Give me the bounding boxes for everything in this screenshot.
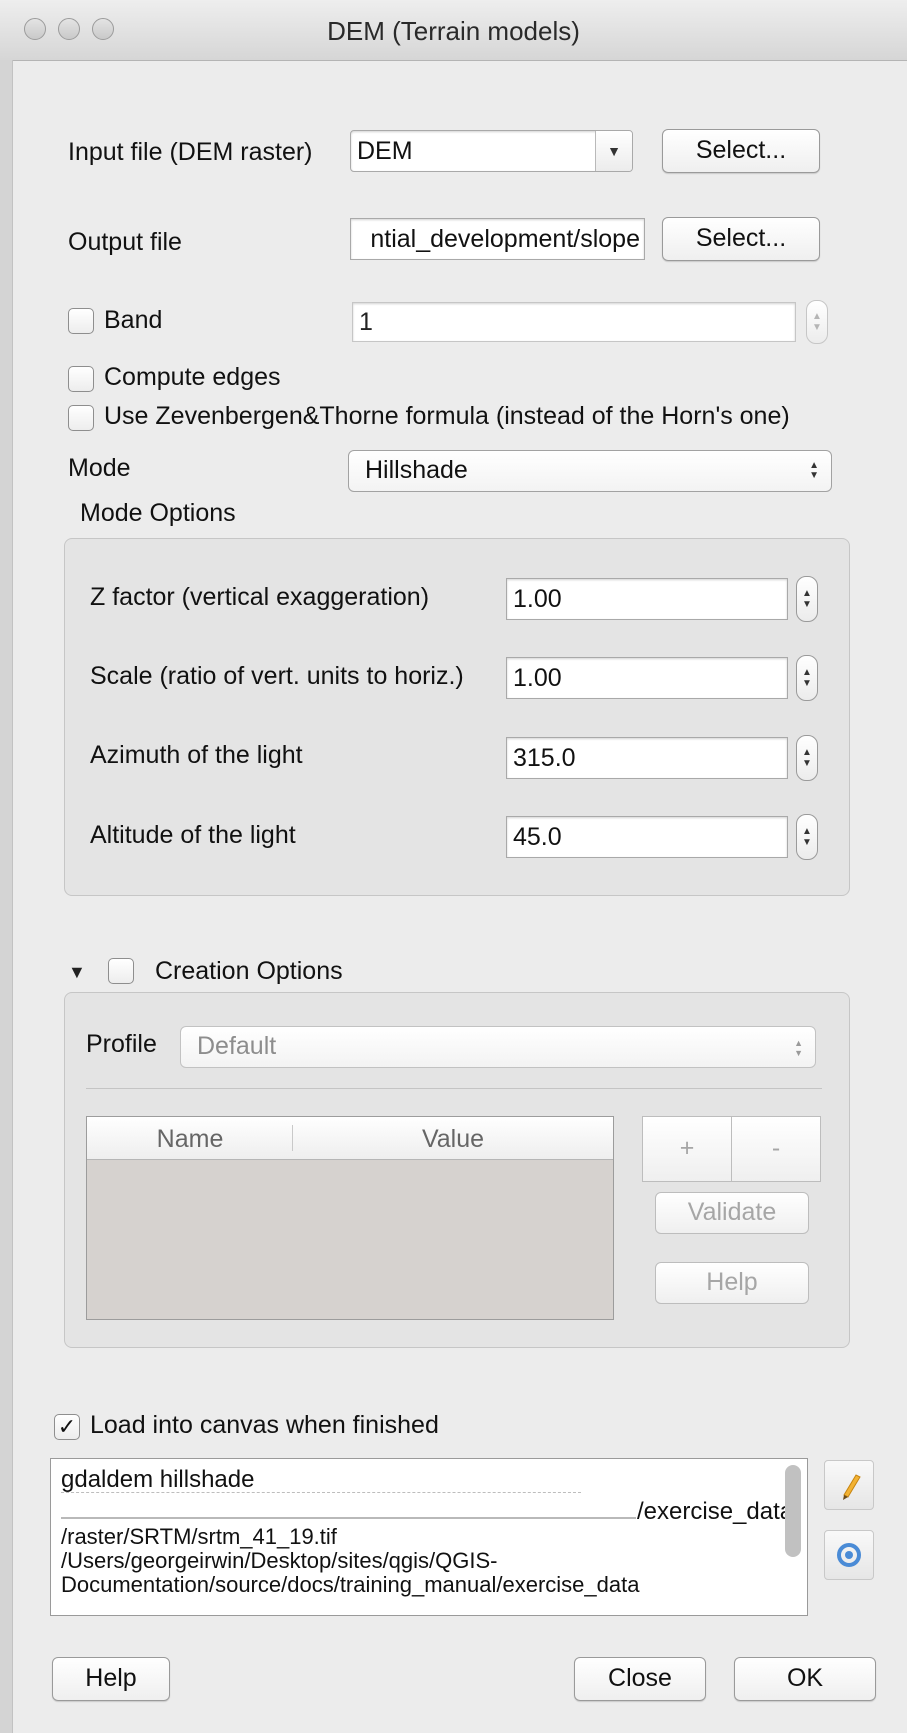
mode-select[interactable]: Hillshade ▲ ▼: [348, 450, 832, 492]
redacted-underline: [61, 1517, 636, 1519]
command-line-4: /Users/georgeirwin/Desktop/sites/qgis/QG…: [61, 1548, 498, 1573]
add-option-button[interactable]: +: [642, 1116, 732, 1182]
z-factor-field[interactable]: 1.00: [506, 578, 788, 620]
altitude-label: Altitude of the light: [90, 821, 296, 849]
output-file-label: Output file: [68, 228, 182, 256]
table-header: Name Value: [87, 1117, 613, 1160]
options-help-button[interactable]: Help: [655, 1262, 809, 1304]
band-checkbox[interactable]: [68, 308, 94, 334]
remove-option-button[interactable]: -: [731, 1116, 821, 1182]
azimuth-spin-icon[interactable]: ▲ ▼: [796, 735, 818, 781]
mode-label: Mode: [68, 454, 131, 482]
pencil-icon[interactable]: [824, 1460, 874, 1510]
title-bar[interactable]: DEM (Terrain models): [0, 0, 907, 61]
band-field[interactable]: 1: [352, 302, 796, 342]
load-canvas-checkbox[interactable]: ✓: [54, 1414, 80, 1440]
azimuth-label: Azimuth of the light: [90, 741, 303, 769]
input-file-combo[interactable]: DEM ▼: [350, 130, 633, 172]
redacted-line: [61, 1492, 581, 1503]
column-value-header[interactable]: Value: [293, 1125, 613, 1154]
compute-edges-checkbox[interactable]: [68, 366, 94, 392]
command-textarea[interactable]: gdaldem hillshade /exercise_data /raster…: [50, 1458, 808, 1616]
command-line-5: Documentation/source/docs/training_manua…: [61, 1572, 640, 1597]
zevenbergen-label: Use Zevenbergen&Thorne formula (instead …: [104, 402, 790, 430]
command-scrollbar[interactable]: [785, 1465, 801, 1557]
column-name-header[interactable]: Name: [87, 1125, 293, 1154]
load-canvas-label: Load into canvas when finished: [90, 1411, 439, 1439]
command-line-3: /raster/SRTM/srtm_41_19.tif: [61, 1524, 337, 1549]
azimuth-field[interactable]: 315.0: [506, 737, 788, 779]
creation-options-title: Creation Options: [155, 957, 343, 985]
ok-button[interactable]: OK: [734, 1657, 876, 1701]
output-file-field[interactable]: ntial_development/slope: [350, 218, 645, 260]
chevron-down-icon[interactable]: ▼: [595, 131, 632, 171]
scale-field[interactable]: 1.00: [506, 657, 788, 699]
profile-value: Default: [197, 1032, 277, 1060]
input-file-label: Input file (DEM raster): [68, 138, 313, 166]
zevenbergen-checkbox[interactable]: [68, 405, 94, 431]
creation-options-checkbox[interactable]: [108, 958, 134, 984]
input-file-value: DEM: [357, 137, 413, 165]
help-button[interactable]: Help: [52, 1657, 170, 1701]
command-line-1: gdaldem hillshade: [61, 1466, 255, 1493]
band-spin-icon[interactable]: ▲ ▼: [806, 300, 828, 344]
z-factor-spin-icon[interactable]: ▲ ▼: [796, 576, 818, 622]
divider: [86, 1088, 822, 1089]
band-label: Band: [104, 306, 163, 334]
scale-spin-icon[interactable]: ▲ ▼: [796, 655, 818, 701]
mode-options-title: Mode Options: [80, 499, 236, 527]
profile-select[interactable]: Default ▲ ▼: [180, 1026, 816, 1068]
output-select-button[interactable]: Select...: [662, 217, 820, 261]
scale-label: Scale (ratio of vert. units to horiz.): [90, 662, 464, 690]
mode-value: Hillshade: [365, 456, 468, 484]
updown-chevron-icon: ▲ ▼: [794, 1038, 803, 1058]
options-table[interactable]: Name Value: [86, 1116, 614, 1320]
profile-label: Profile: [86, 1030, 157, 1058]
window-left-edge: [0, 60, 13, 1733]
updown-chevron-icon: ▲ ▼: [809, 460, 819, 481]
compute-edges-label: Compute edges: [104, 363, 281, 391]
window-title: DEM (Terrain models): [327, 16, 580, 46]
triangle-down-icon[interactable]: ▼: [68, 962, 86, 983]
validate-button[interactable]: Validate: [655, 1192, 809, 1234]
close-button[interactable]: Close: [574, 1657, 706, 1701]
refresh-icon[interactable]: [824, 1530, 874, 1580]
command-line-2: /exercise_data: [637, 1498, 794, 1525]
z-factor-label: Z factor (vertical exaggeration): [90, 583, 430, 611]
altitude-spin-icon[interactable]: ▲ ▼: [796, 814, 818, 860]
input-select-button[interactable]: Select...: [662, 129, 820, 173]
altitude-field[interactable]: 45.0: [506, 816, 788, 858]
